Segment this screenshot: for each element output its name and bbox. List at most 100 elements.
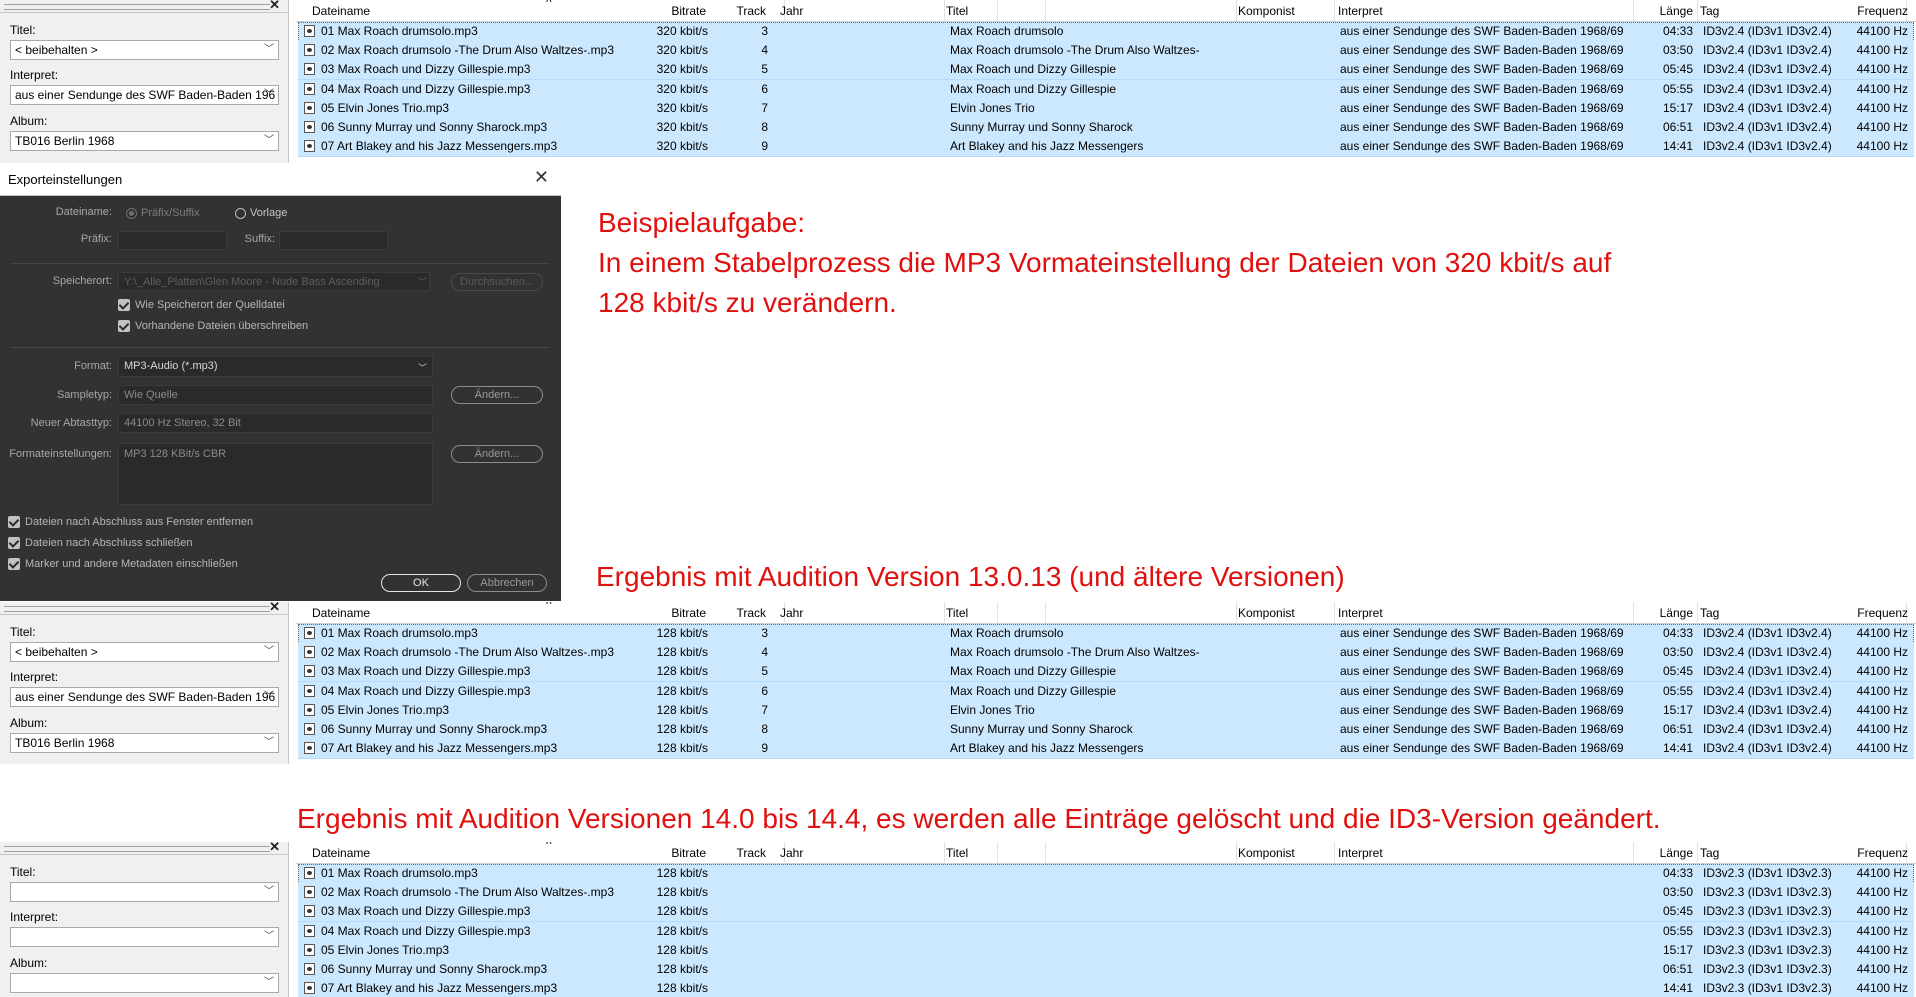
entfernen-checkbox[interactable] xyxy=(8,516,20,528)
column-header-frequenz[interactable]: Frequenz xyxy=(1857,606,1908,620)
table-row[interactable]: 03 Max Roach und Dizzy Gillespie.mp3 128 … xyxy=(298,662,1914,683)
column-header-track[interactable]: Track xyxy=(736,606,766,620)
column-separator[interactable] xyxy=(1045,602,1046,623)
column-separator[interactable] xyxy=(944,842,945,863)
column-separator[interactable] xyxy=(1697,602,1698,623)
column-header-bitrate[interactable]: Bitrate xyxy=(671,606,706,620)
ueberschreiben-checkbox[interactable] xyxy=(118,320,130,332)
format-select[interactable]: MP3-Audio (*.mp3) xyxy=(118,356,433,377)
album-combo[interactable]: ﹀ xyxy=(10,973,279,993)
table-row[interactable]: 07 Art Blakey and his Jazz Messengers.mp… xyxy=(298,137,1914,158)
table-row[interactable]: 02 Max Roach drumsolo -The Drum Also Wal… xyxy=(298,883,1914,904)
wie-speicherort-checkbox[interactable] xyxy=(118,299,130,311)
column-header-jahr[interactable]: Jahr xyxy=(780,4,803,18)
column-separator[interactable] xyxy=(1334,842,1335,863)
column-header-titel[interactable]: Titel xyxy=(946,4,968,18)
table-row[interactable]: 05 Elvin Jones Trio.mp3 128 kbit/s 7 Elvin … xyxy=(298,700,1914,721)
column-separator[interactable] xyxy=(1236,602,1237,623)
column-separator[interactable] xyxy=(1633,842,1634,863)
column-header-dateiname[interactable]: Dateiname xyxy=(312,4,370,18)
table-row[interactable]: 01 Max Roach drumsolo.mp3 320 kbit/s 3 Max … xyxy=(298,22,1914,42)
interpret-combo[interactable]: aus einer Sendunge des SWF Baden-Baden 1… xyxy=(10,85,279,105)
column-header-interpret[interactable]: Interpret xyxy=(1338,4,1383,18)
titel-combo[interactable]: ﹀ xyxy=(10,882,279,902)
grip-bar[interactable] xyxy=(4,846,270,852)
column-header-komponist[interactable]: Komponist xyxy=(1238,846,1295,860)
column-header-interpret[interactable]: Interpret xyxy=(1338,606,1383,620)
column-header-tag[interactable]: Tag xyxy=(1700,4,1719,18)
schliessen-checkbox[interactable] xyxy=(8,537,20,549)
table-row[interactable]: 05 Elvin Jones Trio.mp3 320 kbit/s 7 Elvin … xyxy=(298,98,1914,119)
column-header-dateiname[interactable]: Dateiname xyxy=(312,846,370,860)
ok-button[interactable]: OK xyxy=(381,574,461,592)
speicherort-field[interactable]: Y:\_Alle_Platten\Glen Moore - Nude Bass … xyxy=(118,272,430,291)
interpret-combo[interactable]: aus einer Sendunge des SWF Baden-Baden 1… xyxy=(10,687,279,707)
grip-bar[interactable] xyxy=(4,606,270,612)
table-row[interactable]: 06 Sunny Murray und Sonny Sharock.mp3 320… xyxy=(298,118,1914,138)
sampletyp-aendern-button[interactable]: Ändern... xyxy=(451,386,543,404)
marker-checkbox[interactable] xyxy=(8,558,20,570)
column-separator[interactable] xyxy=(944,0,945,21)
column-header-komponist[interactable]: Komponist xyxy=(1238,4,1295,18)
column-header-track[interactable]: Track xyxy=(736,4,766,18)
column-header-frequenz[interactable]: Frequenz xyxy=(1857,846,1908,860)
close-icon[interactable]: ✕ xyxy=(269,842,280,855)
praefix-input[interactable] xyxy=(118,231,227,250)
column-header-jahr[interactable]: Jahr xyxy=(780,606,803,620)
column-separator[interactable] xyxy=(1045,842,1046,863)
table-row[interactable]: 02 Max Roach drumsolo -The Drum Also Wal… xyxy=(298,41,1914,62)
column-header-laenge[interactable]: Länge xyxy=(1660,4,1693,18)
column-separator[interactable] xyxy=(1697,0,1698,21)
album-combo[interactable]: TB016 Berlin 1968 ﹀ xyxy=(10,131,279,151)
column-header-track[interactable]: Track xyxy=(736,846,766,860)
vorlage-radio[interactable] xyxy=(235,208,246,219)
column-separator[interactable] xyxy=(1697,842,1698,863)
column-separator[interactable] xyxy=(1633,0,1634,21)
column-header-jahr[interactable]: Jahr xyxy=(780,846,803,860)
close-icon[interactable]: ✕ xyxy=(269,0,280,13)
table-row[interactable]: 03 Max Roach und Dizzy Gillespie.mp3 128 … xyxy=(298,902,1914,923)
close-icon[interactable]: ✕ xyxy=(534,167,549,188)
praefix-radio[interactable] xyxy=(126,208,137,219)
column-header-titel[interactable]: Titel xyxy=(946,606,968,620)
column-separator[interactable] xyxy=(944,602,945,623)
table-row[interactable]: 01 Max Roach drumsolo.mp3 128 kbit/s 04:33… xyxy=(298,864,1914,884)
formateinstellungen-aendern-button[interactable]: Ändern... xyxy=(451,445,543,463)
column-header-dateiname[interactable]: Dateiname xyxy=(312,606,370,620)
suffix-input[interactable] xyxy=(279,231,388,250)
column-separator[interactable] xyxy=(1236,0,1237,21)
table-row[interactable]: 07 Art Blakey and his Jazz Messengers.mp… xyxy=(298,739,1914,760)
column-separator[interactable] xyxy=(1334,602,1335,623)
column-separator[interactable] xyxy=(1236,842,1237,863)
album-combo[interactable]: TB016 Berlin 1968 ﹀ xyxy=(10,733,279,753)
column-separator[interactable] xyxy=(1045,0,1046,21)
table-row[interactable]: 03 Max Roach und Dizzy Gillespie.mp3 320 … xyxy=(298,60,1914,81)
table-row[interactable]: 05 Elvin Jones Trio.mp3 128 kbit/s 15:17 ID… xyxy=(298,940,1914,961)
column-separator[interactable] xyxy=(1334,0,1335,21)
table-row[interactable]: 02 Max Roach drumsolo -The Drum Also Wal… xyxy=(298,643,1914,664)
table-row[interactable]: 04 Max Roach und Dizzy Gillespie.mp3 128 … xyxy=(298,681,1914,702)
table-row[interactable]: 04 Max Roach und Dizzy Gillespie.mp3 128 … xyxy=(298,921,1914,942)
column-header-tag[interactable]: Tag xyxy=(1700,846,1719,860)
column-header-komponist[interactable]: Komponist xyxy=(1238,606,1295,620)
durchsuchen-button[interactable]: Durchsuchen... xyxy=(451,273,543,291)
column-header-titel[interactable]: Titel xyxy=(946,846,968,860)
close-icon[interactable]: ✕ xyxy=(269,602,280,615)
column-header-interpret[interactable]: Interpret xyxy=(1338,846,1383,860)
abbrechen-button[interactable]: Abbrechen xyxy=(467,574,547,592)
column-header-bitrate[interactable]: Bitrate xyxy=(671,846,706,860)
table-row[interactable]: 01 Max Roach drumsolo.mp3 128 kbit/s 3 Max … xyxy=(298,624,1914,644)
titel-combo[interactable]: < beibehalten > ﹀ xyxy=(10,40,279,60)
column-separator[interactable] xyxy=(997,0,998,21)
interpret-combo[interactable]: ﹀ xyxy=(10,927,279,947)
column-header-laenge[interactable]: Länge xyxy=(1660,846,1693,860)
titel-combo[interactable]: < beibehalten > ﹀ xyxy=(10,642,279,662)
table-row[interactable]: 04 Max Roach und Dizzy Gillespie.mp3 320 … xyxy=(298,79,1914,100)
column-separator[interactable] xyxy=(1633,602,1634,623)
column-separator[interactable] xyxy=(997,842,998,863)
table-row[interactable]: 06 Sunny Murray und Sonny Sharock.mp3 128… xyxy=(298,960,1914,980)
column-header-bitrate[interactable]: Bitrate xyxy=(671,4,706,18)
column-header-laenge[interactable]: Länge xyxy=(1660,606,1693,620)
table-row[interactable]: 06 Sunny Murray und Sonny Sharock.mp3 128… xyxy=(298,720,1914,740)
column-separator[interactable] xyxy=(997,602,998,623)
